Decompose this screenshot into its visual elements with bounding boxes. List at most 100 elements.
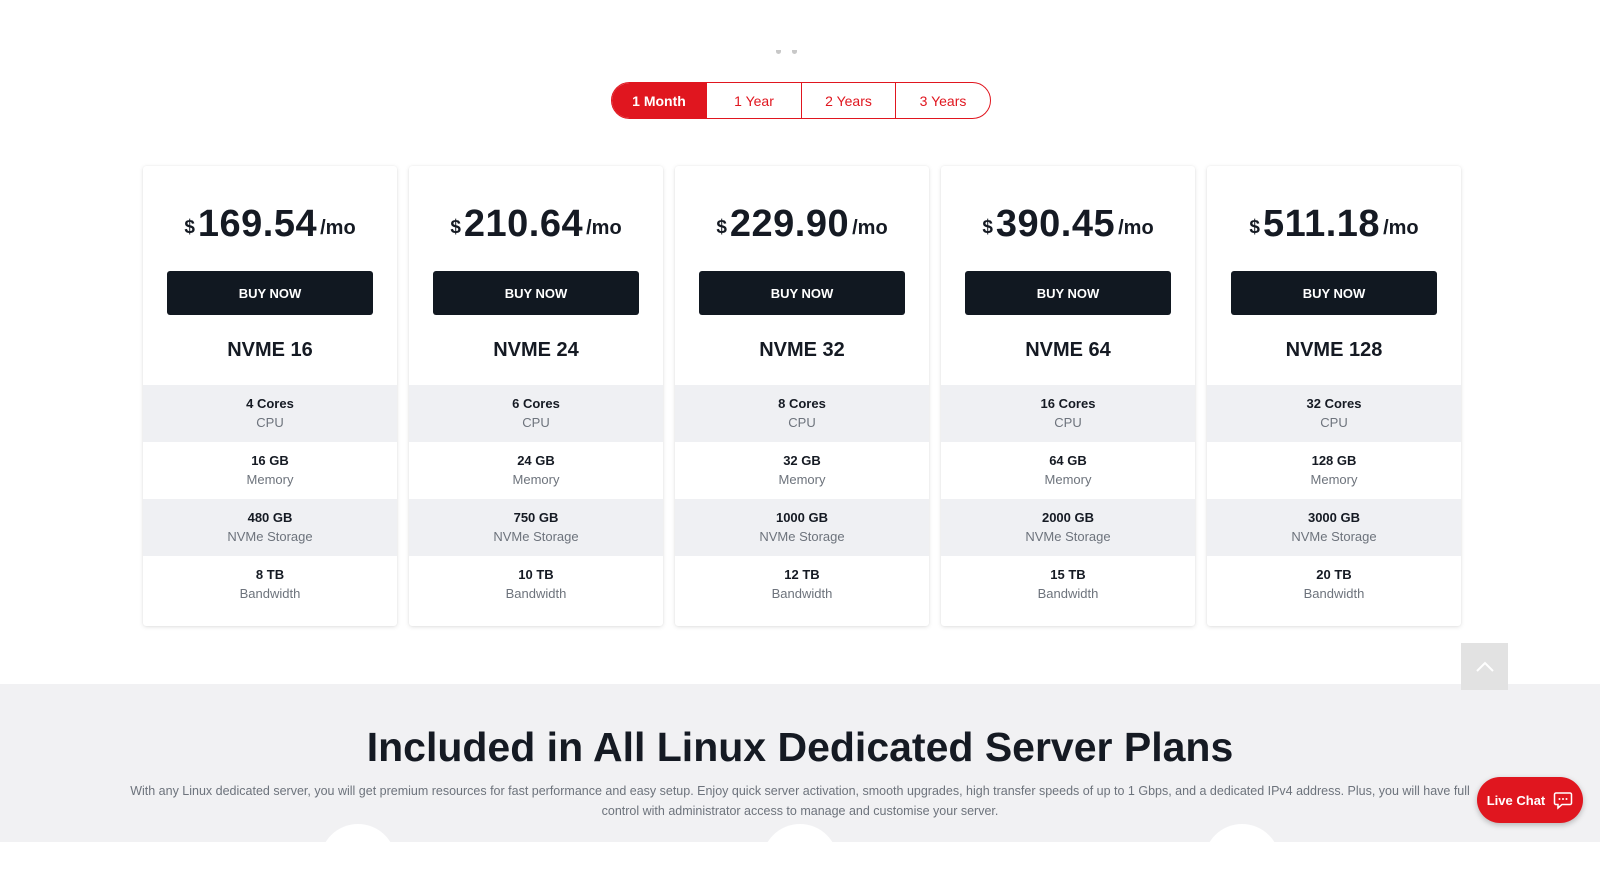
price-amount: 511.18: [1262, 203, 1381, 245]
spec-storage: 750 GB NVMe Storage: [409, 499, 663, 556]
plan-name: NVME 16: [227, 338, 313, 361]
spec-cpu: 32 Cores CPU: [1207, 385, 1461, 442]
spec-bandwidth: 8 TB Bandwidth: [143, 556, 397, 613]
spec-label: CPU: [788, 414, 816, 430]
carousel-dot[interactable]: [792, 50, 797, 54]
spec-value: 750 GB: [513, 509, 559, 525]
plan-name: NVME 128: [1285, 338, 1383, 361]
spec-label: NVMe Storage: [493, 528, 579, 544]
price-unit: /mo: [586, 217, 622, 239]
spec-label: Bandwidth: [239, 585, 301, 601]
spec-value: 32 GB: [783, 452, 821, 468]
plan-price: $ 511.18 /mo: [1207, 166, 1461, 271]
spec-label: Bandwidth: [1303, 585, 1365, 601]
spec-label: NVMe Storage: [1291, 528, 1377, 544]
plan-name: NVME 32: [759, 338, 845, 361]
spec-value: 10 TB: [518, 566, 554, 582]
plan-price: $ 169.54 /mo: [143, 166, 397, 271]
spec-storage: 3000 GB NVMe Storage: [1207, 499, 1461, 556]
live-chat-label: Live Chat: [1486, 792, 1546, 808]
period-1-month[interactable]: 1 Month: [612, 83, 706, 118]
plan-price: $ 229.90 /mo: [675, 166, 929, 271]
plan-name: NVME 64: [1025, 338, 1111, 361]
spec-value: 8 Cores: [778, 395, 826, 411]
price-amount: 390.45: [995, 203, 1116, 245]
plan-card-nvme-32: $ 229.90 /mo BUY NOW NVME 32 8 Cores CPU …: [675, 166, 929, 626]
buy-now-button[interactable]: BUY NOW: [433, 271, 639, 315]
spec-value: 64 GB: [1049, 452, 1087, 468]
spec-cpu: 8 Cores CPU: [675, 385, 929, 442]
period-2-years[interactable]: 2 Years: [801, 83, 895, 118]
carousel-dot[interactable]: [776, 50, 781, 54]
spec-bandwidth: 15 TB Bandwidth: [941, 556, 1195, 613]
price-amount: 210.64: [463, 203, 584, 245]
spec-label: Bandwidth: [1037, 585, 1099, 601]
plan-card-nvme-128: $ 511.18 /mo BUY NOW NVME 128 32 Cores CP…: [1207, 166, 1461, 626]
period-1-year[interactable]: 1 Year: [706, 83, 801, 118]
currency-symbol: $: [982, 217, 993, 238]
currency-symbol: $: [716, 217, 727, 238]
spec-label: CPU: [1054, 414, 1082, 430]
spec-label: NVMe Storage: [1025, 528, 1111, 544]
price-unit: /mo: [320, 217, 356, 239]
spec-value: 3000 GB: [1307, 509, 1361, 525]
spec-value: 480 GB: [247, 509, 293, 525]
included-description: With any Linux dedicated server, you wil…: [130, 784, 1470, 818]
price-unit: /mo: [852, 217, 888, 239]
spec-label: Memory: [512, 471, 560, 487]
currency-symbol: $: [1249, 217, 1260, 238]
spec-cpu: 6 Cores CPU: [409, 385, 663, 442]
spec-cpu: 16 Cores CPU: [941, 385, 1195, 442]
buy-now-button[interactable]: BUY NOW: [1231, 271, 1437, 315]
currency-symbol: $: [450, 217, 461, 238]
price-amount: 169.54: [197, 203, 318, 245]
spec-storage: 1000 GB NVMe Storage: [675, 499, 929, 556]
spec-value: 128 GB: [1311, 452, 1357, 468]
spec-value: 8 TB: [255, 566, 285, 582]
spec-bandwidth: 20 TB Bandwidth: [1207, 556, 1461, 613]
feature-icon-circle: [1204, 824, 1280, 842]
live-chat-button[interactable]: Live Chat: [1477, 777, 1583, 823]
chevron-up-icon: [1475, 661, 1494, 672]
price-unit: /mo: [1118, 217, 1154, 239]
spec-memory: 64 GB Memory: [941, 442, 1195, 499]
period-3-years[interactable]: 3 Years: [895, 83, 990, 118]
spec-label: Memory: [778, 471, 826, 487]
price-unit: /mo: [1383, 217, 1419, 239]
spec-label: CPU: [1320, 414, 1348, 430]
spec-storage: 2000 GB NVMe Storage: [941, 499, 1195, 556]
spec-value: 4 Cores: [246, 395, 294, 411]
buy-now-button[interactable]: BUY NOW: [699, 271, 905, 315]
spec-memory: 32 GB Memory: [675, 442, 929, 499]
spec-memory: 24 GB Memory: [409, 442, 663, 499]
spec-value: 1000 GB: [775, 509, 829, 525]
spec-bandwidth: 10 TB Bandwidth: [409, 556, 663, 613]
buy-now-button[interactable]: BUY NOW: [965, 271, 1171, 315]
spec-label: NVMe Storage: [759, 528, 845, 544]
spec-label: CPU: [522, 414, 550, 430]
spec-label: Memory: [1044, 471, 1092, 487]
spec-value: 16 GB: [251, 452, 289, 468]
included-section: Included in All Linux Dedicated Server P…: [0, 684, 1600, 842]
plan-card-nvme-24: $ 210.64 /mo BUY NOW NVME 24 6 Cores CPU …: [409, 166, 663, 626]
chat-bubble-icon: [1554, 792, 1573, 810]
feature-icon-circle: [320, 824, 396, 842]
feature-icon-circle: [762, 824, 838, 842]
buy-now-button[interactable]: BUY NOW: [167, 271, 373, 315]
spec-cpu: 4 Cores CPU: [143, 385, 397, 442]
plans-grid: $ 169.54 /mo BUY NOW NVME 16 4 Cores CPU …: [143, 166, 1461, 626]
plan-price: $ 390.45 /mo: [941, 166, 1195, 271]
scroll-to-top-button[interactable]: [1461, 643, 1508, 690]
spec-bandwidth: 12 TB Bandwidth: [675, 556, 929, 613]
spec-memory: 16 GB Memory: [143, 442, 397, 499]
spec-label: Memory: [1310, 471, 1358, 487]
spec-value: 16 Cores: [1040, 395, 1096, 411]
spec-value: 6 Cores: [512, 395, 560, 411]
spec-value: 12 TB: [784, 566, 820, 582]
spec-value: 32 Cores: [1306, 395, 1362, 411]
spec-label: CPU: [256, 414, 284, 430]
included-title: Included in All Linux Dedicated Server P…: [366, 724, 1234, 770]
billing-period-toggle: 1 Month 1 Year 2 Years 3 Years: [611, 82, 991, 119]
carousel-dots: [776, 50, 798, 56]
spec-value: 2000 GB: [1041, 509, 1095, 525]
